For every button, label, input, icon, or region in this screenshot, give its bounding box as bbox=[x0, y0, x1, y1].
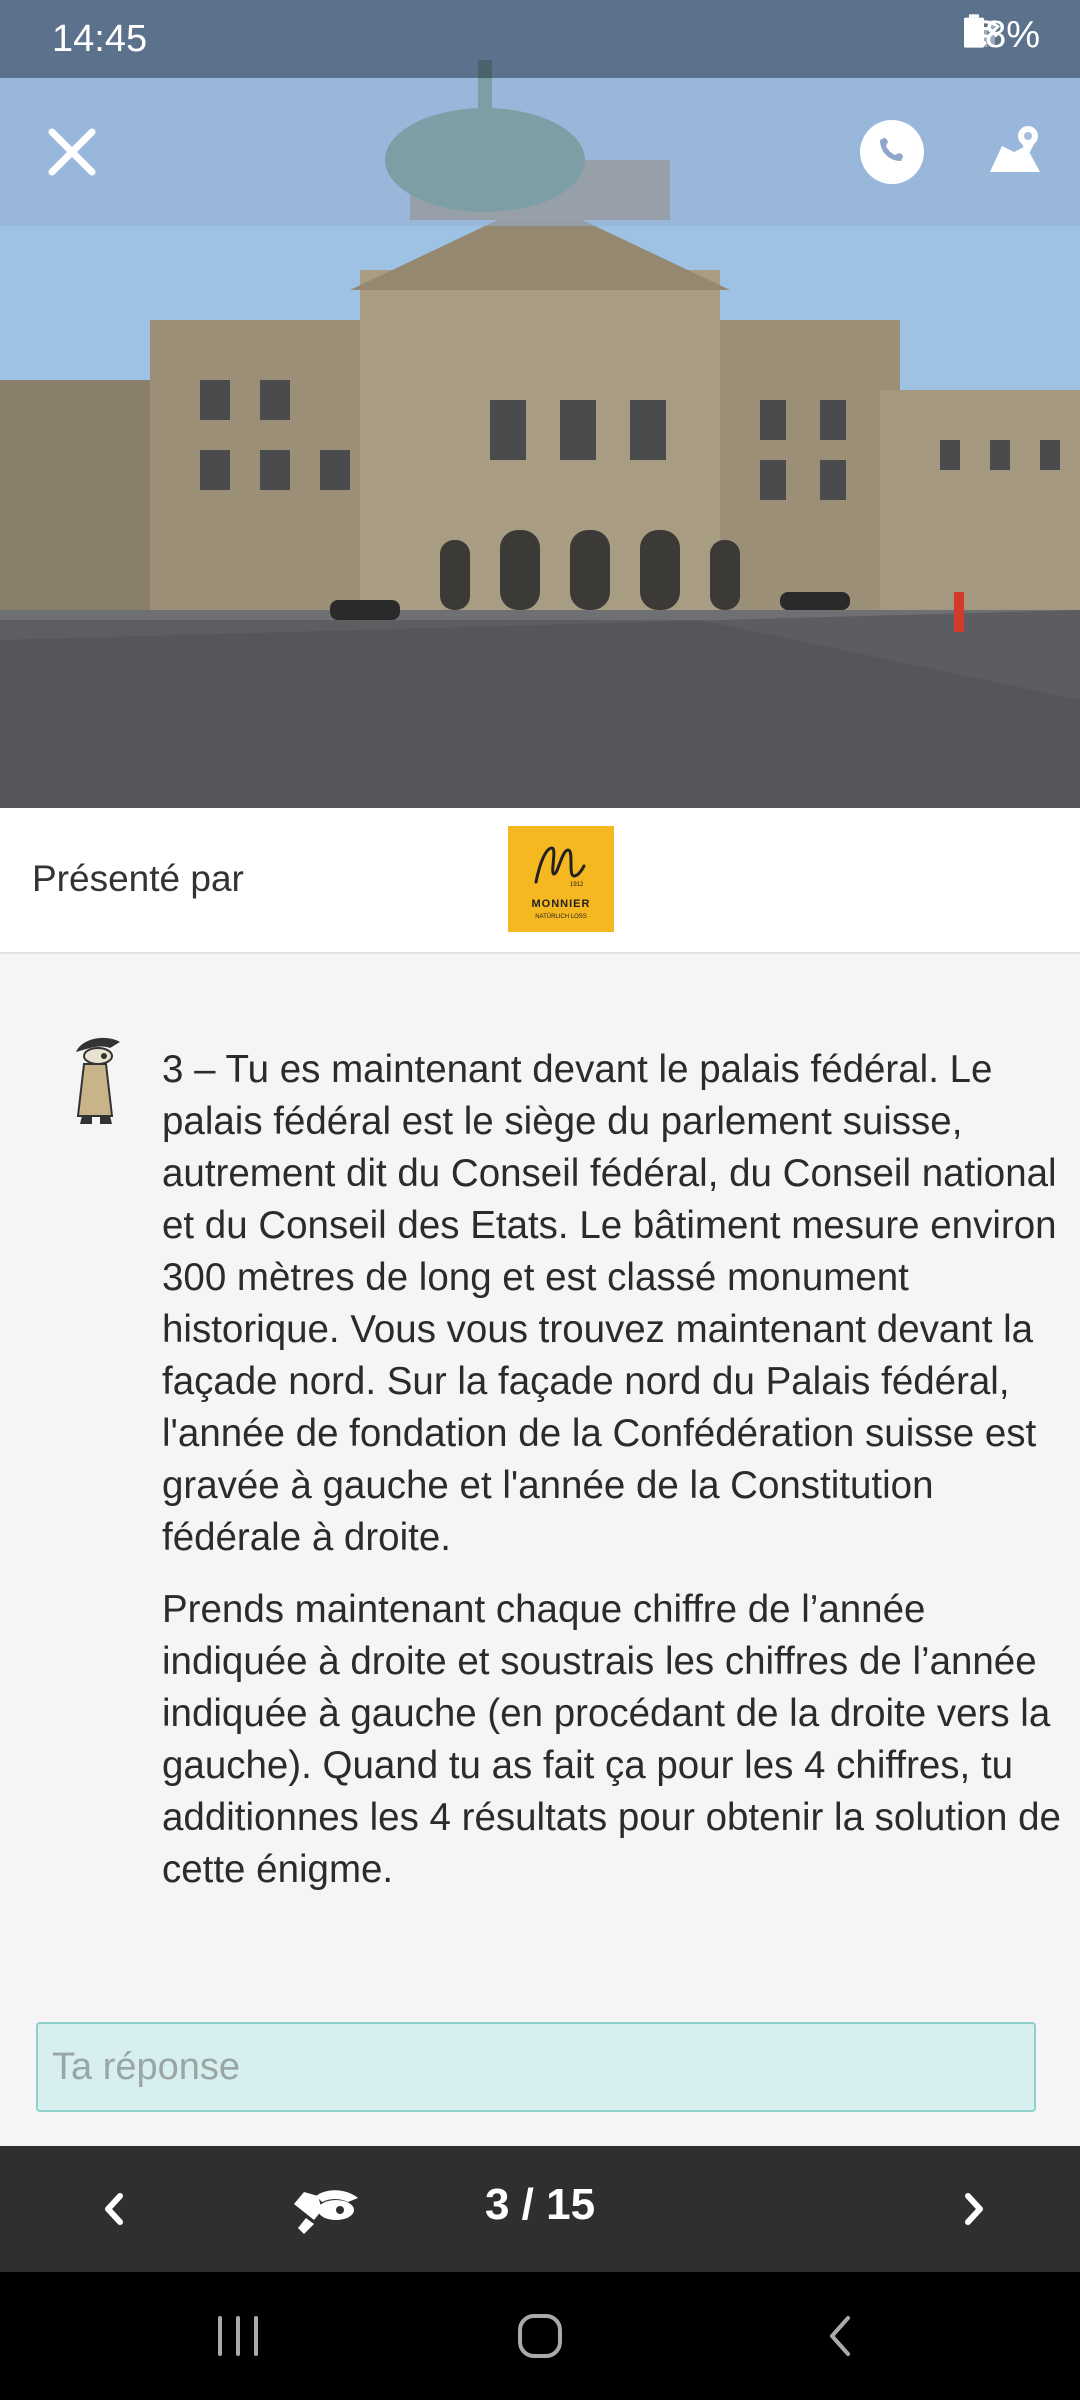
top-toolbar bbox=[0, 78, 1080, 226]
logo-year: 1912 bbox=[570, 882, 584, 888]
sponsor-logo[interactable]: 1912 MONNIER NATÜRLICH LOSS bbox=[508, 826, 614, 932]
map-button[interactable] bbox=[984, 118, 1048, 182]
system-navigation-bar bbox=[0, 2272, 1080, 2400]
close-icon bbox=[48, 128, 96, 176]
bottom-navigation: 3 / 15 bbox=[0, 2146, 1080, 2272]
recent-apps-button[interactable] bbox=[206, 2308, 270, 2364]
riddle-content: 3 – Tu es maintenant devant le palais fé… bbox=[0, 954, 1080, 1990]
back-icon bbox=[830, 2316, 850, 2356]
detective-hint-icon bbox=[294, 2190, 358, 2234]
home-button[interactable] bbox=[508, 2304, 572, 2368]
hero-photo: 14:45 68% bbox=[0, 0, 1080, 808]
riddle-paragraph: 3 – Tu es maintenant devant le palais fé… bbox=[162, 1048, 1057, 1559]
riddle-progress: 3 / 15 bbox=[484, 2180, 596, 2229]
answer-input[interactable] bbox=[38, 2024, 1034, 2110]
detective-avatar-icon bbox=[76, 1037, 120, 1124]
monnier-signature-logo bbox=[534, 846, 586, 884]
status-icons: 68% bbox=[963, 14, 1040, 57]
riddle-text: 3 – Tu es maintenant devant le palais fé… bbox=[162, 1044, 1062, 1944]
sponsor-label: Présenté par bbox=[32, 858, 244, 899]
status-bar: 14:45 68% bbox=[0, 0, 1080, 78]
chevron-left-icon bbox=[105, 2193, 123, 2225]
back-button[interactable] bbox=[810, 2308, 874, 2364]
phone-button[interactable] bbox=[860, 120, 924, 184]
next-button[interactable] bbox=[938, 2176, 1008, 2242]
battery-icon bbox=[963, 14, 984, 48]
logo-brand: MONNIER bbox=[531, 898, 591, 910]
close-button[interactable] bbox=[40, 120, 104, 184]
recent-apps-icon bbox=[218, 2316, 258, 2356]
riddle-paragraph: Prends maintenant chaque chiffre de l’an… bbox=[162, 1588, 1061, 1891]
status-time: 14:45 bbox=[52, 18, 148, 60]
chevron-right-icon bbox=[965, 2193, 983, 2225]
answer-field[interactable] bbox=[36, 2022, 1036, 2112]
home-icon bbox=[518, 2314, 562, 2358]
map-pin-icon bbox=[990, 126, 1040, 172]
logo-subtext: NATÜRLICH LOSS bbox=[535, 914, 587, 920]
hint-button[interactable] bbox=[286, 2174, 366, 2244]
previous-button[interactable] bbox=[80, 2176, 150, 2242]
sponsor-strip: Présenté par 1912 MONNIER NATÜRLICH LOSS bbox=[0, 808, 1080, 954]
phone-icon bbox=[880, 138, 903, 161]
